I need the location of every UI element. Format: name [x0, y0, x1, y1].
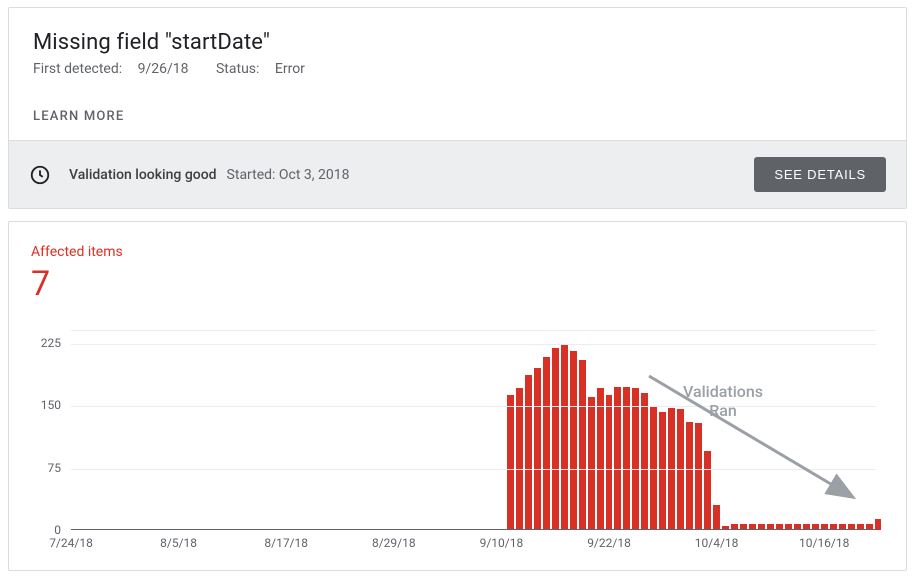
- bar: [677, 409, 684, 530]
- issue-meta: First detected: 9/26/18 Status: Error: [33, 61, 882, 77]
- baseline: [71, 529, 876, 530]
- x-tick-label: 9/22/18: [587, 536, 631, 550]
- x-tick-label: 8/29/18: [372, 536, 416, 550]
- bar: [516, 388, 523, 530]
- see-details-button[interactable]: SEE DETAILS: [754, 157, 886, 192]
- affected-items-count: 7: [31, 264, 884, 304]
- bar: [597, 388, 604, 530]
- y-tick-label: 75: [48, 461, 62, 475]
- y-tick-label: 225: [41, 336, 61, 350]
- validation-message: Validation looking good: [69, 167, 217, 183]
- bar: [570, 351, 577, 530]
- clock-icon: [29, 164, 51, 186]
- x-axis: 7/24/188/5/188/17/188/29/189/10/189/22/1…: [71, 534, 876, 552]
- bar: [695, 423, 702, 530]
- bar: [507, 395, 514, 530]
- x-tick-label: 10/16/18: [799, 536, 849, 550]
- y-tick-label: 0: [54, 523, 61, 537]
- bar: [704, 451, 711, 530]
- bar: [543, 357, 550, 530]
- bar: [623, 387, 630, 530]
- x-tick-label: 8/5/18: [160, 536, 197, 550]
- bar: [588, 397, 595, 530]
- bar: [641, 393, 648, 530]
- bar-chart: 0 75 150 225 7/24/18 8/5/18 8/17/18 8/29/18 9/1…: [31, 330, 884, 552]
- bar: [606, 395, 613, 530]
- bar: [632, 388, 639, 530]
- validation-status-bar: Validation looking good Started: Oct 3, …: [9, 140, 906, 208]
- y-tick-label: 150: [41, 398, 61, 412]
- bar: [552, 348, 559, 530]
- chart-card: Affected items 7 0 75 150 225 7/24/18 8/5/18…: [8, 221, 907, 571]
- learn-more-link[interactable]: LEARN MORE: [9, 87, 906, 140]
- bar: [659, 412, 666, 530]
- bar: [686, 422, 693, 530]
- bar: [525, 375, 532, 530]
- bar: [561, 345, 568, 530]
- first-detected: First detected: 9/26/18: [33, 61, 204, 77]
- bar: [713, 505, 720, 530]
- issue-title: Missing field "startDate": [33, 30, 882, 55]
- bar: [534, 368, 541, 531]
- bar: [614, 387, 621, 530]
- bars-container: [71, 331, 876, 530]
- bar: [579, 360, 586, 530]
- x-tick-label: 10/4/18: [695, 536, 739, 550]
- affected-items-label: Affected items: [31, 244, 884, 260]
- x-tick-label: 7/24/18: [49, 536, 93, 550]
- validation-started: Started: Oct 3, 2018: [227, 167, 350, 183]
- issue-header-card: Missing field "startDate" First detected…: [8, 7, 907, 209]
- y-axis: 075150225: [31, 330, 65, 530]
- x-tick-label: 8/17/18: [264, 536, 308, 550]
- x-tick-label: 9/10/18: [480, 536, 524, 550]
- issue-header: Missing field "startDate" First detected…: [9, 8, 906, 87]
- status: Status: Error: [216, 61, 317, 77]
- plot-area: [71, 330, 876, 530]
